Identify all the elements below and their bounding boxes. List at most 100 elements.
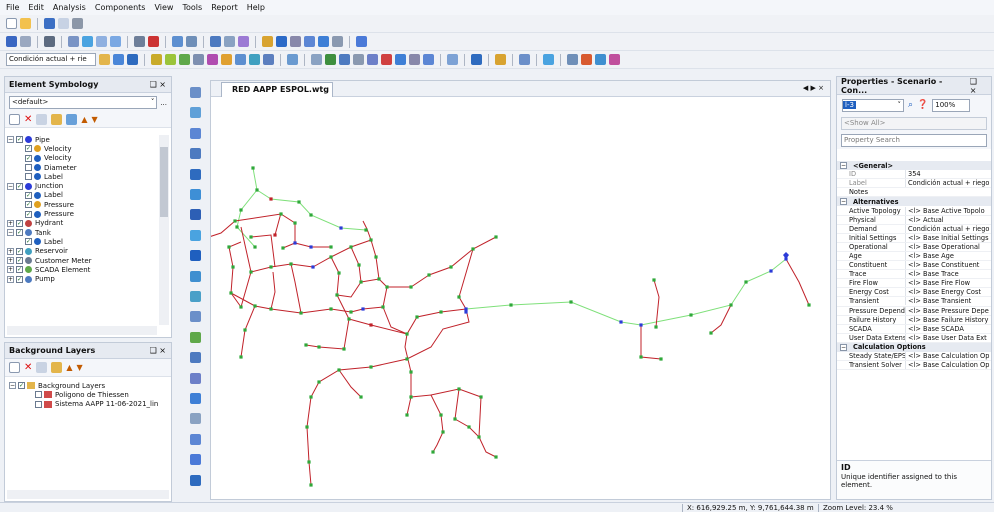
property-row[interactable]: Demand Condición actual + riego [837, 224, 991, 234]
show-all-combo[interactable]: <Show All> [841, 117, 987, 130]
property-value[interactable]: <l> Base Age [905, 251, 991, 260]
layout-tool-icon[interactable] [190, 148, 201, 160]
junction-node[interactable] [249, 235, 253, 239]
junction-node[interactable] [744, 280, 748, 284]
tab-drawing[interactable]: RED AAPP ESPOL.wtg [221, 82, 333, 97]
property-value[interactable]: <l> Base Pressure Depe [905, 306, 991, 315]
checkbox[interactable]: ✓ [25, 191, 32, 199]
junction-node[interactable] [569, 300, 573, 304]
checkbox[interactable]: ✓ [25, 238, 32, 246]
toolbar-tool-icon[interactable] [447, 54, 458, 65]
pipe-line[interactable] [290, 263, 302, 314]
property-value[interactable]: <l> Base Trace [905, 270, 991, 279]
property-value[interactable]: <l> Base User Data Ext [905, 333, 991, 342]
toolbar-tool-icon[interactable] [290, 36, 301, 47]
property-row[interactable]: Age <l> Base Age [837, 251, 991, 262]
help-icon[interactable]: ❓ [917, 100, 928, 110]
junction-node[interactable] [377, 277, 381, 281]
junction-node[interactable] [494, 235, 498, 239]
symbology-tree-item[interactable]: ✓ Pressure [7, 200, 157, 209]
zoom-combo[interactable]: 100% [932, 98, 971, 112]
property-row[interactable]: Pressure Depend <l> Base Pressure Depe [837, 306, 991, 316]
junction-node[interactable] [453, 417, 457, 421]
print-icon[interactable] [72, 18, 83, 29]
pipe-line[interactable] [458, 248, 474, 310]
property-value[interactable]: <l> Base Active Topolo [905, 206, 991, 215]
background-layer-item[interactable]: Sistema AAPP 11-06-2021_lin [9, 400, 169, 409]
page-setup-icon[interactable] [58, 18, 69, 29]
pipe-line[interactable] [338, 369, 362, 398]
junction-node[interactable] [269, 265, 273, 269]
layout-tool-icon[interactable] [190, 229, 201, 241]
junction-node[interactable] [369, 365, 373, 369]
checkbox[interactable]: ✓ [16, 247, 23, 255]
menu-analysis[interactable]: Analysis [53, 3, 86, 12]
toolbar-tool-icon[interactable] [249, 54, 260, 65]
junction-node[interactable] [337, 271, 341, 275]
toolbar-tool-icon[interactable] [367, 54, 378, 65]
toolbar-tool-icon[interactable] [96, 36, 107, 47]
checkbox[interactable] [25, 173, 32, 181]
toolbar-tool-icon[interactable] [6, 36, 17, 47]
layout-tool-icon[interactable] [190, 474, 201, 486]
expander-icon[interactable]: − [7, 229, 14, 237]
junction-node[interactable] [309, 245, 313, 249]
junction-node[interactable] [349, 310, 353, 314]
toolbar-tool-icon[interactable] [113, 54, 124, 65]
property-category[interactable]: − <General> [837, 161, 991, 171]
junction-node[interactable] [359, 395, 363, 399]
junction-node[interactable] [335, 293, 339, 297]
property-row[interactable]: Active Topology <l> Base Active Topolo [837, 206, 991, 216]
layout-tool-icon[interactable] [190, 331, 201, 343]
junction-node[interactable] [639, 323, 643, 327]
symbology-tree-item[interactable]: ✓ Label [7, 191, 157, 200]
junction-node[interactable] [243, 328, 247, 332]
toolbar-tool-icon[interactable] [495, 54, 506, 65]
pipe-line[interactable] [330, 256, 340, 296]
pipe-line[interactable] [234, 213, 296, 249]
junction-node[interactable] [405, 332, 409, 336]
symbology-tree-item[interactable]: Diameter [7, 163, 157, 172]
checkbox[interactable]: ✓ [25, 210, 32, 218]
toolbar-tool-icon[interactable] [210, 36, 221, 47]
checkbox[interactable] [25, 164, 32, 172]
junction-node[interactable] [279, 212, 283, 216]
toolbar-tool-icon[interactable] [287, 54, 298, 65]
toolbar-tool-icon[interactable] [172, 36, 183, 47]
checkbox[interactable]: ✓ [16, 182, 23, 190]
junction-node[interactable] [293, 221, 297, 225]
pipe-line[interactable] [410, 394, 444, 433]
toolbar-tool-icon[interactable] [148, 36, 159, 47]
checkbox[interactable]: ✓ [16, 136, 23, 144]
pipe-line[interactable] [387, 274, 430, 288]
property-row[interactable]: Transient <l> Base Transient [837, 297, 991, 307]
junction-node[interactable] [329, 307, 333, 311]
junction-node[interactable] [405, 357, 409, 361]
property-row[interactable]: Failure History <l> Base Failure History [837, 315, 991, 325]
checkbox[interactable]: ✓ [16, 219, 23, 227]
junction-node[interactable] [311, 265, 315, 269]
junction-node[interactable] [689, 313, 693, 317]
pipe-line[interactable] [256, 189, 367, 231]
pipe-line[interactable] [208, 220, 236, 238]
junction-node[interactable] [339, 226, 343, 230]
junction-node[interactable] [659, 357, 663, 361]
menu-report[interactable]: Report [211, 3, 238, 12]
symbology-tree-item[interactable]: − ✓ Junction [7, 181, 157, 190]
property-row[interactable]: Transient Solver <l> Base Calculation Op [837, 361, 991, 371]
property-category[interactable]: − Calculation Options [837, 342, 991, 352]
junction-node[interactable] [471, 247, 475, 251]
toolbar-tool-icon[interactable] [207, 54, 218, 65]
pipe-line[interactable] [348, 318, 408, 335]
junction-node[interactable] [349, 245, 353, 249]
symbology-tree-item[interactable]: + ✓ SCADA Element [7, 265, 157, 274]
layout-tool-icon[interactable] [190, 433, 201, 445]
junction-node[interactable] [477, 435, 481, 439]
junction-node[interactable] [431, 450, 435, 454]
toolbar-tool-icon[interactable] [20, 36, 31, 47]
junction-node[interactable] [309, 213, 313, 217]
menu-help[interactable]: Help [247, 3, 265, 12]
background-layer-item[interactable]: Poligono de Thiessen [9, 390, 169, 399]
toolbar-tool-icon[interactable] [339, 54, 350, 65]
rename-icon[interactable] [36, 362, 48, 373]
